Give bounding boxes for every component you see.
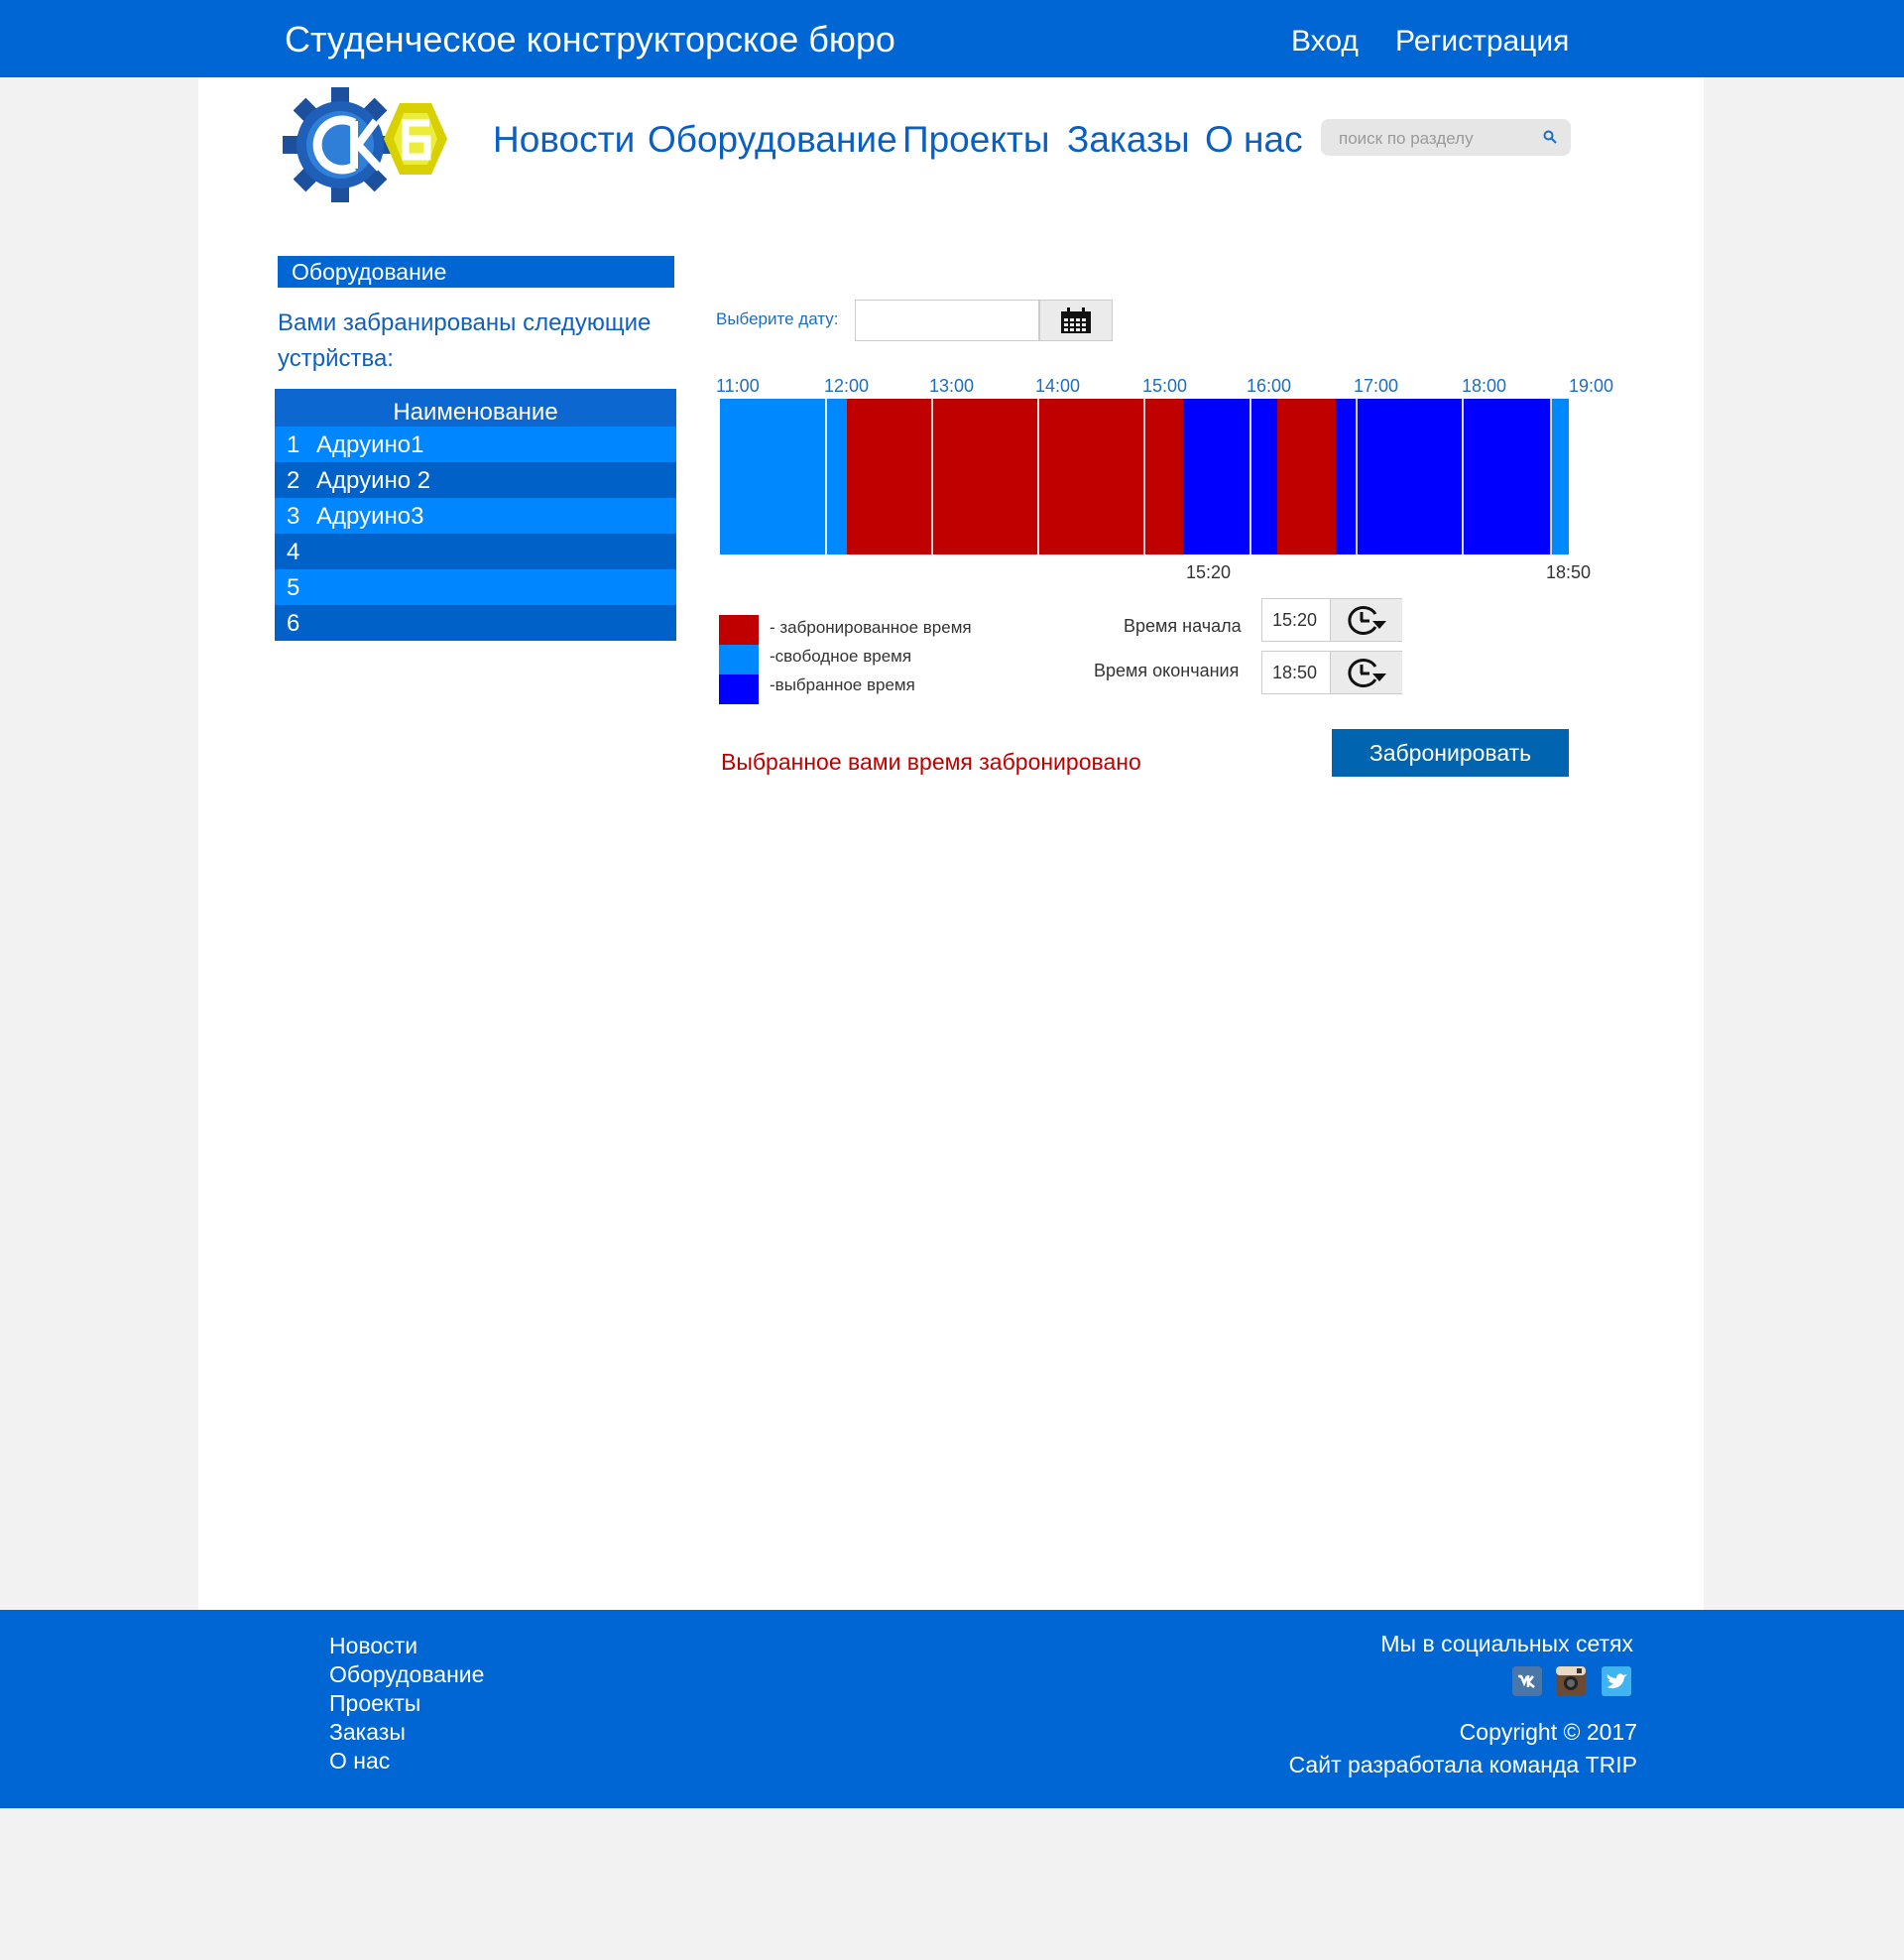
search-icon[interactable] bbox=[1543, 130, 1557, 144]
booking-timeline[interactable] bbox=[720, 399, 1569, 554]
start-time-field: 15:20 bbox=[1261, 598, 1402, 642]
timeline-segment-selected[interactable] bbox=[1183, 399, 1277, 554]
timeline-segment-free[interactable] bbox=[1551, 399, 1569, 554]
site-title: Студенческое конструкторское бюро bbox=[285, 19, 895, 60]
footer-link-orders[interactable]: Заказы bbox=[329, 1718, 406, 1746]
legend-free-swatch bbox=[719, 645, 759, 674]
end-time-input[interactable]: 18:50 bbox=[1272, 652, 1317, 693]
nav-about[interactable]: О нас bbox=[1205, 117, 1303, 163]
hour-label: 19:00 bbox=[1569, 376, 1614, 396]
timeline-segment-selected[interactable] bbox=[1335, 399, 1552, 554]
device-name: Адруино 2 bbox=[316, 467, 431, 494]
end-time-label: Время окончания bbox=[1094, 661, 1240, 680]
footer-link-projects[interactable]: Проекты bbox=[329, 1689, 420, 1717]
nav-projects[interactable]: Проекты bbox=[902, 117, 1049, 163]
row-number: 5 bbox=[287, 574, 300, 601]
start-time-button[interactable] bbox=[1330, 599, 1402, 641]
selection-end-label: 18:50 bbox=[1546, 562, 1592, 582]
date-input[interactable] bbox=[855, 300, 1039, 341]
twitter-icon[interactable] bbox=[1602, 1666, 1631, 1696]
hour-label: 12:00 bbox=[824, 376, 870, 396]
end-time-field: 18:50 bbox=[1261, 651, 1402, 694]
date-label: Выберите дату: bbox=[716, 309, 839, 328]
hour-label: 11:00 bbox=[716, 376, 760, 396]
legend-booked-label: - забронированное время bbox=[770, 618, 972, 637]
footer-link-about[interactable]: О нас bbox=[329, 1747, 390, 1775]
legend-free-label: -свободное время bbox=[770, 647, 912, 666]
hour-label: 13:00 bbox=[929, 376, 975, 396]
book-button[interactable]: Забронировать bbox=[1332, 729, 1569, 777]
hour-label: 18:00 bbox=[1462, 376, 1507, 396]
row-number: 1 bbox=[287, 431, 300, 458]
nav-news[interactable]: Новости bbox=[493, 117, 635, 163]
search-input[interactable] bbox=[1337, 123, 1539, 154]
timeline-segment-free[interactable] bbox=[720, 399, 826, 554]
booking-success-message: Выбранное вами время забронировано bbox=[721, 749, 1141, 775]
credits: Сайт разработала команда TRIP bbox=[1288, 1752, 1637, 1777]
end-time-button[interactable] bbox=[1330, 652, 1402, 693]
table-row[interactable]: 6 bbox=[275, 605, 676, 641]
hour-divider bbox=[1037, 399, 1039, 554]
row-number: 4 bbox=[287, 539, 300, 565]
table-header: Наименование bbox=[275, 389, 676, 427]
row-number: 2 bbox=[287, 467, 300, 494]
footer: Новости Оборудование Проекты Заказы О на… bbox=[0, 1610, 1904, 1808]
legend-selected-swatch bbox=[719, 674, 759, 704]
booked-devices-table: Наименование 1 Адруино1 2 Адруино 2 3 Ад… bbox=[275, 389, 676, 641]
table-row[interactable]: 4 bbox=[275, 534, 676, 569]
hour-divider bbox=[1250, 399, 1251, 554]
booked-devices-text: Вами забранированы следующие устрйства: bbox=[278, 309, 652, 372]
start-time-input[interactable]: 15:20 bbox=[1272, 599, 1317, 641]
row-number: 3 bbox=[287, 503, 300, 530]
hour-divider bbox=[931, 399, 933, 554]
instagram-icon[interactable] bbox=[1556, 1666, 1586, 1696]
timeline-segment-booked[interactable] bbox=[1276, 399, 1336, 554]
footer-link-news[interactable]: Новости bbox=[329, 1632, 417, 1659]
legend-selected-label: -выбранное время bbox=[770, 675, 915, 694]
hour-label: 17:00 bbox=[1354, 376, 1399, 396]
selection-start-label: 15:20 bbox=[1186, 562, 1232, 582]
table-row[interactable]: 2 Адруино 2 bbox=[275, 462, 676, 498]
hour-divider bbox=[825, 399, 827, 554]
hour-label: 15:00 bbox=[1142, 376, 1188, 396]
footer-link-equipment[interactable]: Оборудование bbox=[329, 1660, 484, 1688]
device-name: Адруино1 bbox=[316, 431, 424, 458]
nav-equipment[interactable]: Оборудование bbox=[648, 117, 897, 163]
calendar-icon bbox=[1061, 307, 1091, 333]
table-row[interactable]: 1 Адруино1 bbox=[275, 427, 676, 462]
clock-icon bbox=[1348, 606, 1386, 635]
social-title: Мы в социальных сетях bbox=[1380, 1631, 1633, 1656]
top-bar: Студенческое конструкторское бюро Вход Р… bbox=[0, 0, 1904, 77]
start-time-label: Время начала bbox=[1124, 616, 1242, 636]
sidebar-header: Оборудование bbox=[278, 256, 674, 288]
selection-end-marker bbox=[1550, 399, 1553, 554]
hour-label: 16:00 bbox=[1247, 376, 1292, 396]
legend-booked-swatch bbox=[719, 615, 759, 645]
sidebar-title: Оборудование bbox=[292, 259, 447, 285]
table-row[interactable]: 3 Адруино3 bbox=[275, 498, 676, 534]
gear-ck-logo-icon[interactable] bbox=[283, 87, 449, 202]
calendar-button[interactable] bbox=[1039, 300, 1113, 341]
hour-divider bbox=[1462, 399, 1464, 554]
hour-label: 14:00 bbox=[1035, 376, 1081, 396]
timeline-segment-free[interactable] bbox=[826, 399, 848, 554]
nav-orders[interactable]: Заказы bbox=[1067, 117, 1190, 163]
hour-divider bbox=[1143, 399, 1145, 554]
timeline-segment-booked[interactable] bbox=[847, 399, 1184, 554]
row-number: 6 bbox=[287, 610, 300, 637]
hour-divider bbox=[1356, 399, 1358, 554]
copyright: Copyright © 2017 bbox=[1459, 1719, 1637, 1745]
register-link[interactable]: Регистрация bbox=[1395, 20, 1569, 63]
vk-icon[interactable] bbox=[1512, 1666, 1542, 1696]
login-link[interactable]: Вход bbox=[1291, 20, 1359, 63]
search-box bbox=[1321, 119, 1571, 156]
clock-icon bbox=[1348, 659, 1386, 687]
table-row[interactable]: 5 bbox=[275, 569, 676, 605]
device-name: Адруино3 bbox=[316, 503, 424, 530]
